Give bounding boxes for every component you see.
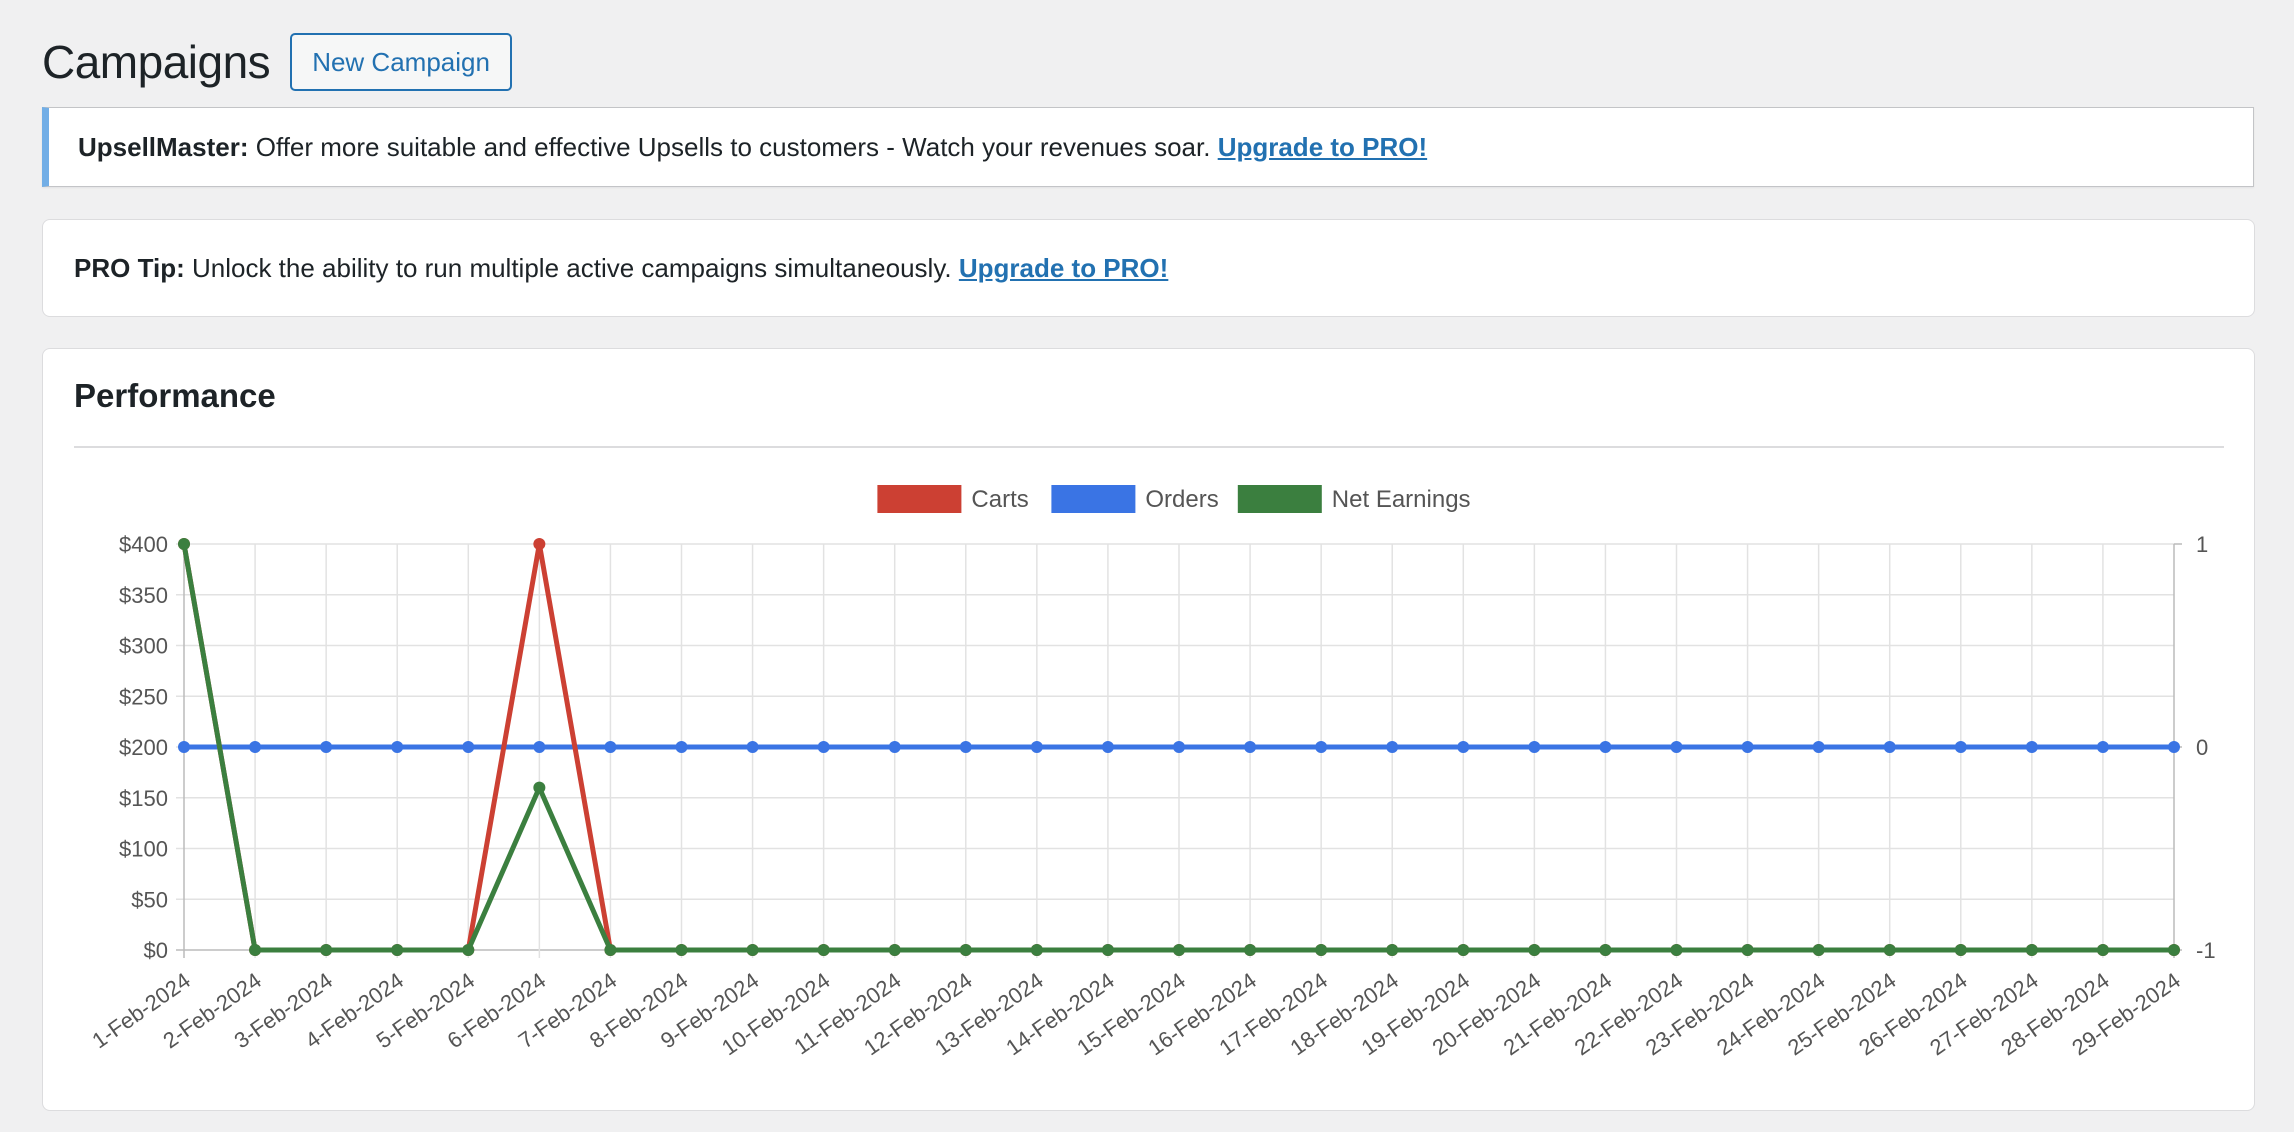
data-point [1883, 944, 1896, 956]
legend-swatch [877, 485, 962, 513]
data-point [1457, 741, 1470, 753]
data-point [320, 944, 333, 956]
y-tick-label: $100 [119, 837, 168, 862]
legend-swatch [1237, 485, 1322, 513]
data-point [1670, 741, 1683, 753]
tip-upgrade-link[interactable]: Upgrade to PRO! [959, 253, 1168, 283]
data-point [1173, 741, 1185, 753]
data-point [1954, 741, 1967, 753]
legend-label: Carts [971, 486, 1028, 513]
data-point [178, 741, 190, 753]
data-point [249, 741, 262, 753]
data-point [1812, 944, 1825, 956]
data-point [817, 944, 830, 956]
data-point [533, 781, 546, 794]
data-point [2168, 741, 2180, 753]
data-point [1883, 741, 1896, 753]
legend-swatch [1051, 485, 1136, 513]
data-point [2025, 944, 2038, 956]
data-point [1457, 944, 1470, 956]
data-point [746, 741, 759, 753]
data-point [817, 741, 830, 753]
data-point [2096, 741, 2109, 753]
y-tick-label: $350 [119, 583, 168, 608]
y-tick-label: $150 [119, 786, 168, 811]
data-point [2168, 944, 2180, 956]
data-point [320, 741, 333, 753]
legend-label: Orders [1145, 486, 1218, 513]
y-right-tick-label: 0 [2196, 735, 2208, 760]
data-point [462, 741, 475, 753]
data-point [959, 944, 972, 956]
data-point [888, 741, 901, 753]
pro-tip-card: PRO Tip: Unlock the ability to run multi… [42, 219, 2255, 317]
y-tick-label: $400 [119, 532, 168, 557]
data-point [1173, 944, 1185, 956]
data-point [462, 944, 475, 956]
data-point [1315, 944, 1328, 956]
data-point [178, 538, 190, 550]
y-right-tick-label: -1 [2196, 938, 2216, 963]
data-point [675, 944, 688, 956]
data-point [1599, 944, 1612, 956]
data-point [2025, 741, 2038, 753]
y-tick-label: $300 [119, 634, 168, 659]
data-point [604, 944, 617, 956]
data-point [1812, 741, 1825, 753]
data-point [1670, 944, 1683, 956]
data-point [533, 538, 546, 550]
tip-label: PRO Tip: [74, 252, 185, 283]
upgrade-notice: UpsellMaster: Offer more suitable and ef… [42, 107, 2254, 187]
new-campaign-button[interactable]: New Campaign [290, 33, 512, 91]
notice-message: Offer more suitable and effective Upsell… [248, 131, 1218, 162]
data-point [1030, 944, 1043, 956]
data-point [249, 944, 262, 956]
legend-label: Net Earnings [1332, 486, 1471, 513]
data-point [1528, 944, 1541, 956]
page-header: Campaigns New Campaign [42, 30, 512, 94]
data-point [746, 944, 759, 956]
data-point [1741, 944, 1754, 956]
y-tick-label: $50 [131, 887, 168, 912]
performance-chart: $0$50$100$150$200$250$300$350$4001-Feb-2… [87, 485, 2216, 1060]
data-point [391, 741, 404, 753]
data-point [533, 741, 546, 753]
page-title: Campaigns [42, 36, 271, 88]
data-point [604, 741, 617, 753]
notice-upgrade-link[interactable]: Upgrade to PRO! [1218, 132, 1427, 162]
data-point [1030, 741, 1043, 753]
data-point [1386, 944, 1399, 956]
data-point [391, 944, 404, 956]
performance-card: Performance $0 $50 $100 $150 $200 $250 $300 $35… [42, 348, 2255, 1111]
data-point [1315, 741, 1328, 753]
data-point [1954, 944, 1967, 956]
data-point [1741, 741, 1754, 753]
y-tick-label: $0 [144, 938, 168, 963]
tip-message: Unlock the ability to run multiple activ… [184, 252, 959, 283]
data-point [1244, 944, 1257, 956]
data-point [675, 741, 688, 753]
y-tick-label: $200 [119, 735, 168, 760]
notice-brand: UpsellMaster: [78, 131, 249, 162]
data-point [1101, 944, 1114, 956]
data-point [888, 944, 901, 956]
data-point [959, 741, 972, 753]
data-point [1528, 741, 1541, 753]
y-right-tick-label: 1 [2196, 532, 2208, 557]
data-point [1101, 741, 1114, 753]
data-point [2096, 944, 2109, 956]
y-tick-label: $250 [119, 684, 168, 709]
data-point [1386, 741, 1399, 753]
data-point [1599, 741, 1612, 753]
data-point [1244, 741, 1257, 753]
